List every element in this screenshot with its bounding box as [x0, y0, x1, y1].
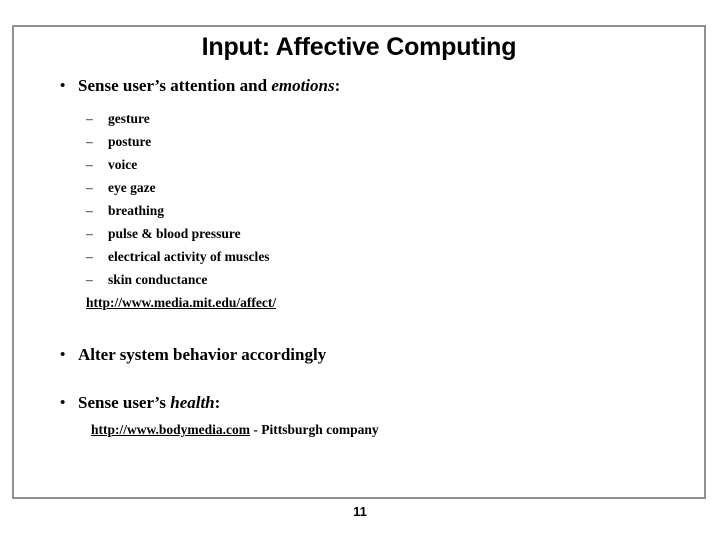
sub-bullet-label: voice	[108, 157, 138, 172]
dash-marker-icon: –	[86, 111, 93, 126]
sub-bullet-label: breathing	[108, 203, 165, 218]
page-title: Input: Affective Computing	[201, 33, 517, 61]
link-line-affect: http://www.media.mit.edu/affect/	[14, 291, 704, 314]
bullet-marker-icon: •	[60, 78, 66, 94]
sub-bullet-label: pulse & blood pressure	[108, 226, 241, 241]
bullet-marker-icon: •	[60, 395, 66, 411]
sub-bullet-breathing: – breathing	[14, 199, 704, 222]
bullet-text-suffix: :	[214, 393, 221, 412]
bullet-marker-icon: •	[60, 347, 66, 363]
dash-marker-icon: –	[86, 180, 93, 195]
sub-bullet-pulse-blood-pressure: – pulse & blood pressure	[14, 222, 704, 245]
bullet-alter-system-behavior: • Alter system behavior accordingly	[14, 344, 704, 366]
bullet-sense-attention: • Sense user’s attention and emotions:	[14, 75, 704, 97]
bullet-text-emphasis: emotions	[271, 76, 335, 95]
link-bodymedia-suffix: - Pittsburgh company	[250, 422, 379, 437]
sub-bullet-voice: – voice	[14, 153, 704, 176]
sub-bullet-electrical-activity: – electrical activity of muscles	[14, 245, 704, 268]
page-number: 11	[353, 504, 367, 519]
sub-bullet-label: skin conductance	[108, 272, 208, 287]
sub-bullet-posture: – posture	[14, 130, 704, 153]
dash-marker-icon: –	[86, 134, 93, 149]
bullet-text-emphasis: health	[170, 393, 215, 412]
slide-frame: Input: Affective Computing • Sense user’…	[12, 25, 706, 499]
dash-marker-icon: –	[86, 249, 93, 264]
dash-marker-icon: –	[86, 203, 93, 218]
sub-bullet-label: eye gaze	[108, 180, 156, 195]
slide-body: • Sense user’s attention and emotions: –…	[14, 75, 704, 441]
sub-bullet-label: posture	[108, 134, 152, 149]
bullet-text-prefix: Sense user’s	[78, 393, 171, 412]
dash-marker-icon: –	[86, 226, 93, 241]
bullet-sense-health: • Sense user’s health:	[14, 392, 704, 414]
dash-marker-icon: –	[86, 157, 93, 172]
link-media-mit-affect[interactable]: http://www.media.mit.edu/affect/	[86, 295, 276, 310]
sub-bullet-eye-gaze: – eye gaze	[14, 176, 704, 199]
slide-page: { "slide": { "title": "Input: Affective …	[0, 0, 720, 540]
sub-bullet-gesture: – gesture	[14, 107, 704, 130]
bullet-text-prefix: Sense user’s attention and	[78, 76, 272, 95]
bullet-text: Alter system behavior accordingly	[78, 345, 327, 364]
dash-marker-icon: –	[86, 272, 93, 287]
link-line-bodymedia: http://www.bodymedia.com - Pittsburgh co…	[14, 418, 704, 441]
bullet-text-suffix: :	[334, 76, 341, 95]
sub-bullet-skin-conductance: – skin conductance	[14, 268, 704, 291]
link-bodymedia[interactable]: http://www.bodymedia.com	[91, 422, 250, 437]
sub-bullet-label: gesture	[108, 111, 150, 126]
sub-bullet-label: electrical activity of muscles	[108, 249, 270, 264]
